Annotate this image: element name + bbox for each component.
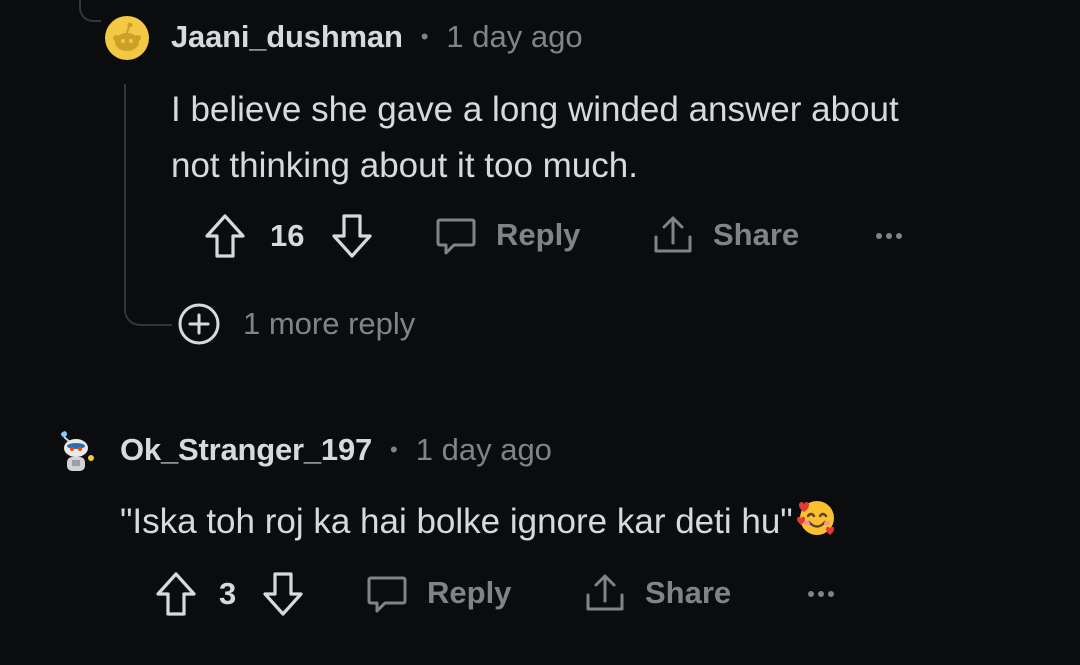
upvote-button[interactable] <box>155 571 197 617</box>
comment-text-line: not thinking about it too much. <box>171 146 638 185</box>
snoo-avatar-icon <box>61 431 94 471</box>
downvote-arrow-icon <box>332 214 372 258</box>
share-button[interactable]: Share <box>583 571 731 615</box>
timestamp: 1 day ago <box>415 432 552 467</box>
reply-label: Reply <box>496 217 581 252</box>
more-options-button[interactable] <box>874 226 904 246</box>
downvote-button[interactable] <box>331 213 373 259</box>
ellipsis-icon <box>808 591 834 597</box>
comment-text-line: I believe she gave a long winded answer … <box>171 90 899 129</box>
downvote-button[interactable] <box>262 571 304 617</box>
share-label: Share <box>645 575 732 610</box>
more-options-button[interactable] <box>806 584 836 604</box>
upvote-arrow-icon <box>156 572 196 616</box>
vote-count: 3 <box>219 576 237 611</box>
avatar[interactable] <box>105 16 149 60</box>
separator-dot: • <box>390 437 398 462</box>
ellipsis-icon <box>876 233 902 239</box>
comment-bubble-icon <box>367 576 407 613</box>
comment-text: "Iska toh roj ka hai bolke ignore kar de… <box>120 502 793 541</box>
downvote-arrow-icon <box>263 572 303 616</box>
thread-line[interactable] <box>124 84 172 326</box>
plus-circle-icon <box>178 303 220 345</box>
vote-count: 16 <box>270 218 305 253</box>
more-replies-link[interactable]: 1 more reply <box>177 302 415 346</box>
share-button[interactable]: Share <box>651 213 799 257</box>
upvote-button[interactable] <box>204 213 246 259</box>
upvote-arrow-icon <box>205 214 245 258</box>
separator-dot: • <box>420 24 429 49</box>
reply-label: Reply <box>427 575 512 610</box>
comment-body: "Iska toh roj ka hai bolke ignore kar de… <box>120 494 839 550</box>
smiling-face-with-hearts-icon <box>795 495 839 539</box>
comment-body: I believe she gave a long winded answer … <box>171 82 899 194</box>
comment-header: Ok_Stranger_197 • 1 day ago <box>120 432 552 468</box>
timestamp: 1 day ago <box>446 19 583 54</box>
share-label: Share <box>713 217 800 252</box>
username[interactable]: Ok_Stranger_197 <box>120 432 372 468</box>
share-upload-icon <box>586 574 624 611</box>
thread-line-parent <box>79 0 101 22</box>
comment-bubble-icon <box>436 218 476 255</box>
reply-button[interactable]: Reply <box>365 571 511 615</box>
share-upload-icon <box>654 216 692 253</box>
comment-header: Jaani_dushman • 1 day ago <box>171 19 583 55</box>
username[interactable]: Jaani_dushman <box>171 19 403 55</box>
more-replies-label: 1 more reply <box>243 306 416 341</box>
snoo-avatar-icon <box>113 22 141 51</box>
avatar[interactable] <box>52 428 100 476</box>
reply-button[interactable]: Reply <box>434 213 580 257</box>
